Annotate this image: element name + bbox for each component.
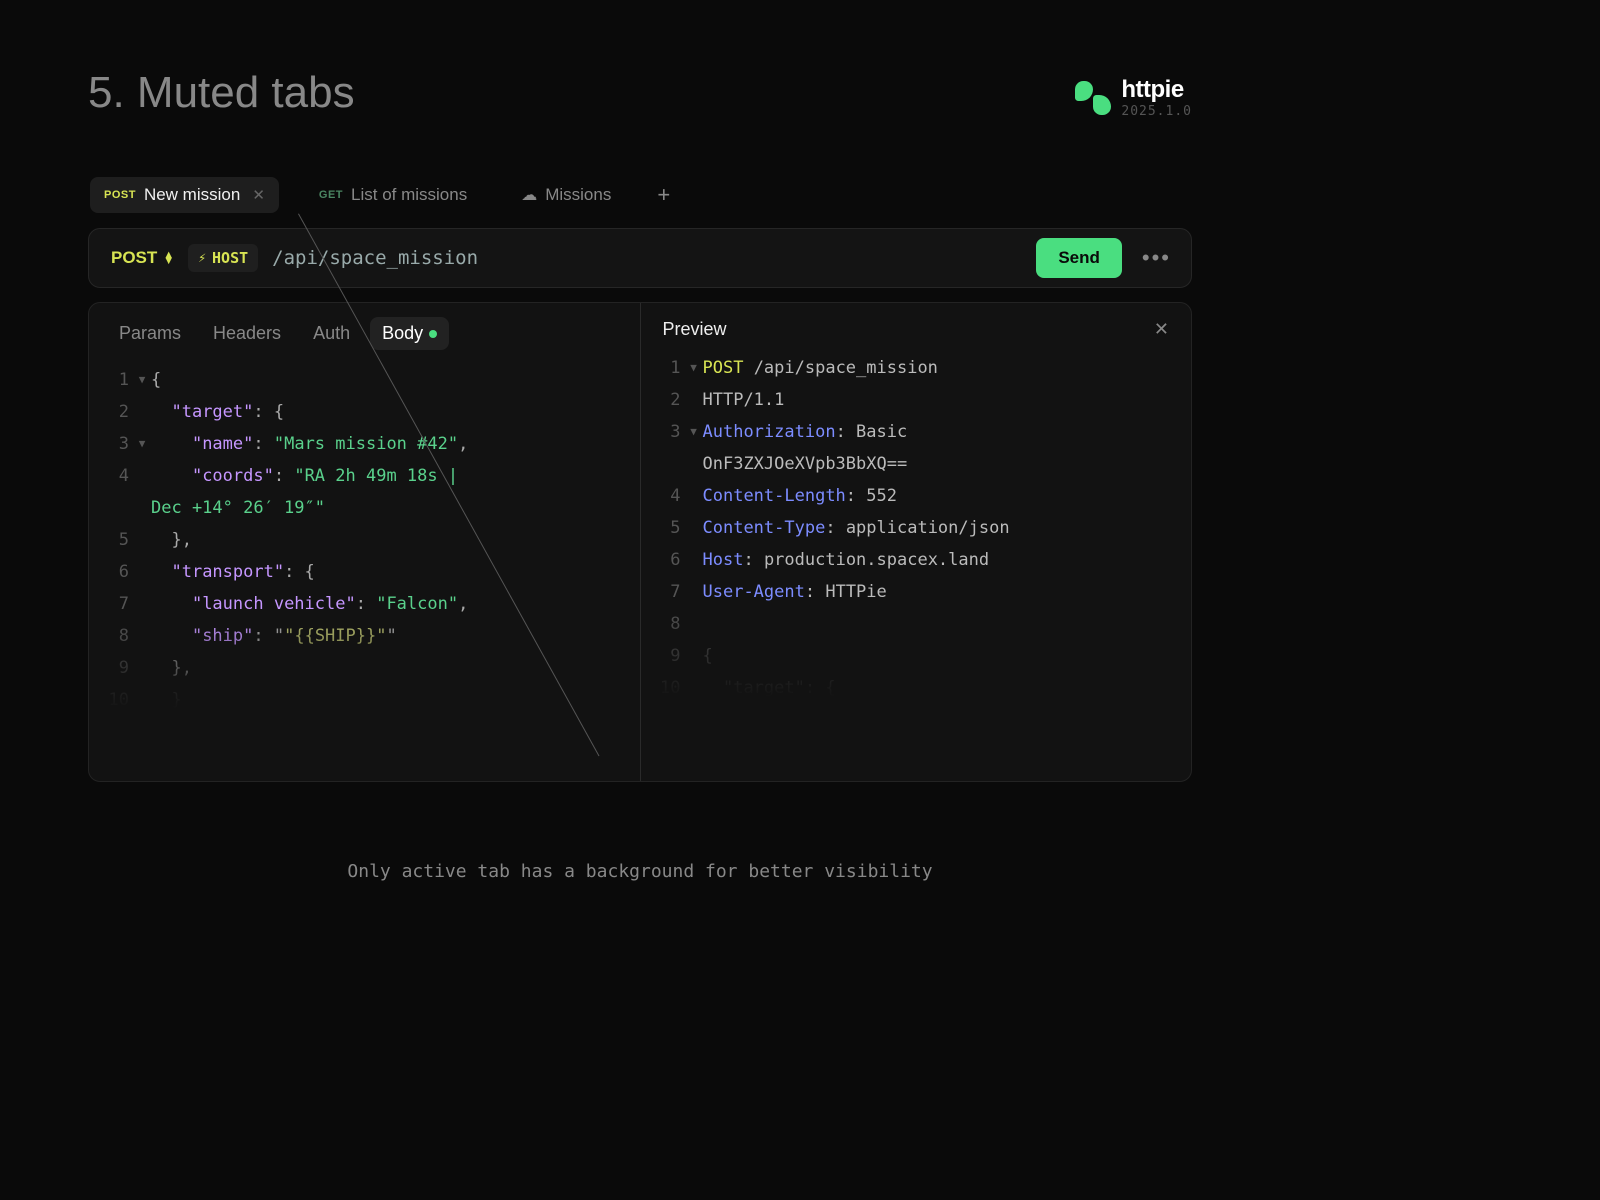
- tab-method-badge: POST: [104, 189, 136, 201]
- subtab-params[interactable]: Params: [107, 317, 193, 350]
- body-editor[interactable]: 1▼{ 2 "target": { 3▼ "name": "Mars missi…: [89, 360, 640, 726]
- brand-block: httpie 2025.1.0: [1075, 76, 1192, 119]
- tab-missions-collection[interactable]: ☁ Missions: [507, 177, 625, 213]
- close-icon[interactable]: ✕: [1154, 319, 1169, 340]
- host-label: HOST: [212, 249, 248, 267]
- tab-label: Missions: [545, 185, 611, 205]
- subtab-headers[interactable]: Headers: [201, 317, 293, 350]
- preview-panel: Preview ✕ 1▼POST /api/space_mission 2HTT…: [641, 303, 1192, 781]
- host-variable-pill[interactable]: ⚡ HOST: [188, 244, 258, 272]
- http-method-selector[interactable]: POST ▲▼: [111, 248, 174, 268]
- tab-strip: POST New mission ✕ GET List of missions …: [88, 172, 1192, 218]
- request-panel: Params Headers Auth Body 1▼{ 2 "target":…: [89, 303, 640, 781]
- url-bar: POST ▲▼ ⚡ HOST /api/space_mission Send •…: [88, 228, 1192, 288]
- editor-panels: Params Headers Auth Body 1▼{ 2 "target":…: [88, 302, 1192, 782]
- bolt-icon: ⚡: [198, 251, 206, 266]
- httpie-logo-icon: [1075, 81, 1111, 115]
- more-options-button[interactable]: •••: [1136, 245, 1177, 271]
- send-button[interactable]: Send: [1036, 238, 1122, 278]
- subtab-body[interactable]: Body: [370, 317, 449, 350]
- app-window: POST New mission ✕ GET List of missions …: [88, 172, 1192, 782]
- tab-method-badge: GET: [319, 189, 343, 201]
- tab-new-mission[interactable]: POST New mission ✕: [90, 177, 279, 213]
- cloud-icon: ☁: [521, 185, 537, 205]
- tab-label: List of missions: [351, 185, 467, 205]
- preview-title: Preview: [663, 319, 727, 340]
- brand-version: 2025.1.0: [1121, 104, 1192, 119]
- tab-label: New mission: [144, 185, 240, 205]
- http-method-label: POST: [111, 248, 157, 268]
- subtab-auth[interactable]: Auth: [301, 317, 362, 350]
- url-path-input[interactable]: /api/space_mission: [272, 247, 1022, 269]
- active-dot-icon: [429, 330, 437, 338]
- tab-list-missions[interactable]: GET List of missions: [305, 177, 481, 213]
- caption-text: Only active tab has a background for bet…: [0, 861, 1280, 882]
- preview-viewer: 1▼POST /api/space_mission 2HTTP/1.1 3▼Au…: [641, 348, 1192, 714]
- close-icon[interactable]: ✕: [252, 188, 265, 203]
- add-tab-button[interactable]: +: [651, 182, 676, 208]
- brand-name: httpie: [1121, 76, 1192, 104]
- page-title: 5. Muted tabs: [88, 68, 355, 118]
- request-subtabs: Params Headers Auth Body: [89, 303, 640, 360]
- chevron-up-down-icon: ▲▼: [163, 252, 174, 264]
